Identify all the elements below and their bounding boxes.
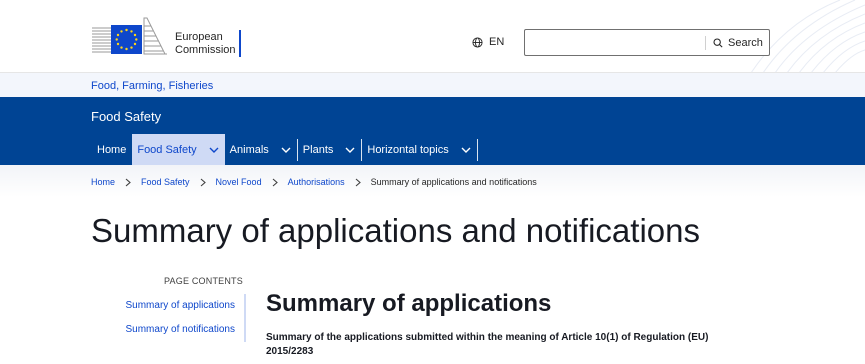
- logo-divider: [239, 30, 241, 57]
- search-icon: [713, 37, 723, 48]
- language-selector[interactable]: EN: [472, 36, 504, 48]
- menu-item-animals[interactable]: Animals: [225, 134, 297, 165]
- chevron-down-icon[interactable]: [281, 147, 291, 153]
- chevron-right-icon: [272, 178, 278, 187]
- breadcrumb: Home Food Safety Novel Food Authorisatio…: [0, 165, 865, 197]
- menu-divider: [476, 138, 478, 161]
- section-title: Summary of applications: [266, 290, 552, 317]
- breadcrumb-link-food-safety[interactable]: Food Safety: [141, 177, 190, 187]
- search-box: Search: [524, 29, 770, 56]
- page-contents-link-notifications[interactable]: Summary of notifications: [126, 324, 236, 335]
- ec-logo[interactable]: [91, 16, 167, 58]
- section-subtitle: Summary of the applications submitted wi…: [266, 332, 709, 357]
- logo-text: European Commission: [175, 31, 236, 57]
- chevron-down-icon[interactable]: [345, 147, 355, 153]
- search-button-label: Search: [728, 36, 763, 49]
- logo-line-1: European: [175, 31, 223, 43]
- main-menu: Home Food Safety Animals Plants Horizont…: [92, 134, 478, 165]
- chevron-right-icon: [125, 178, 131, 187]
- menu-item-label: Home: [97, 143, 127, 156]
- search-button[interactable]: Search: [713, 30, 763, 55]
- breadcrumb-link-authorisations[interactable]: Authorisations: [288, 177, 345, 187]
- site-name: Food Safety: [91, 109, 162, 124]
- page-contents-nav: Summary of applications Summary of notif…: [100, 294, 246, 342]
- breadcrumb-current: Summary of applications and notification…: [370, 177, 537, 187]
- language-code: EN: [489, 36, 505, 48]
- menu-item-food-safety[interactable]: Food Safety: [132, 134, 225, 165]
- chevron-down-icon[interactable]: [461, 147, 471, 153]
- eu-flag-logo: [92, 17, 167, 55]
- globe-icon: [472, 36, 483, 48]
- breadcrumb-link-home[interactable]: Home: [91, 177, 115, 187]
- menu-item-horizontal-topics[interactable]: Horizontal topics: [362, 134, 476, 165]
- menu-item-plants[interactable]: Plants: [298, 134, 362, 165]
- logo-line-2: Commission: [175, 44, 236, 56]
- menu-item-label: Plants: [302, 143, 334, 156]
- menu-item-label: Animals: [229, 143, 269, 156]
- chevron-right-icon: [200, 178, 206, 187]
- page-title: Summary of applications and notification…: [91, 212, 700, 249]
- parent-site-bar: Food, Farming, Fisheries: [0, 73, 865, 97]
- menu-item-label: Horizontal topics: [367, 143, 449, 156]
- search-input[interactable]: [525, 30, 705, 55]
- chevron-right-icon: [355, 178, 361, 187]
- search-divider: [705, 36, 706, 50]
- breadcrumb-trail: Home Food Safety Novel Food Authorisatio…: [91, 177, 537, 187]
- page-contents-heading: PAGE CONTENTS: [164, 276, 243, 286]
- site-banner: Food Safety Home Food Safety Animals Pla…: [0, 97, 865, 165]
- menu-item-home[interactable]: Home: [92, 134, 132, 165]
- page-contents-link-applications[interactable]: Summary of applications: [126, 300, 236, 311]
- chevron-down-icon[interactable]: [209, 147, 219, 153]
- site-header: European Commission EN Search: [0, 0, 865, 73]
- breadcrumb-link-novel-food[interactable]: Novel Food: [216, 177, 262, 187]
- menu-item-label: Food Safety: [137, 143, 197, 156]
- parent-site-link[interactable]: Food, Farming, Fisheries: [91, 80, 213, 92]
